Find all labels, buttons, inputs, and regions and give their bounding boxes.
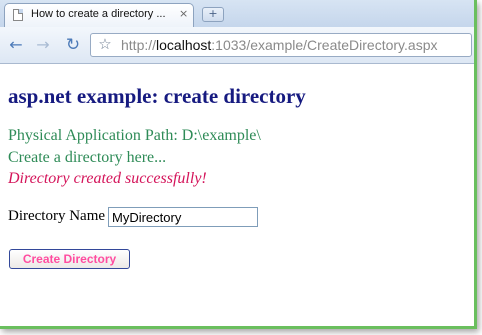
address-bar[interactable]: ☆ http://localhost:1033/example/CreateDi… bbox=[90, 33, 472, 57]
directory-name-input[interactable] bbox=[108, 207, 258, 227]
url-host: localhost bbox=[156, 37, 212, 53]
url-path: :1033/example/CreateDirectory.aspx bbox=[211, 37, 438, 53]
create-directory-button[interactable]: Create Directory bbox=[9, 249, 130, 269]
tab-strip: How to create a directory ... × + bbox=[0, 0, 474, 27]
browser-toolbar: ← → ↻ ☆ http://localhost:1033/example/Cr… bbox=[0, 27, 474, 64]
back-icon[interactable]: ← bbox=[6, 36, 26, 54]
physical-path-label: Physical Application Path: D:\example\ bbox=[8, 127, 261, 144]
close-tab-icon[interactable]: × bbox=[179, 7, 188, 21]
url-scheme: http:// bbox=[121, 37, 157, 53]
reload-icon[interactable]: ↻ bbox=[63, 36, 83, 54]
browser-tab[interactable]: How to create a directory ... × bbox=[4, 3, 194, 27]
tab-title: How to create a directory ... bbox=[31, 8, 166, 20]
page-icon bbox=[13, 9, 23, 21]
create-directory-prompt: Create a directory here... bbox=[8, 149, 167, 166]
directory-name-label: Directory Name bbox=[8, 208, 106, 224]
new-tab-button[interactable]: + bbox=[202, 7, 224, 22]
url-text[interactable]: http://localhost:1033/example/CreateDire… bbox=[121, 37, 437, 53]
status-message: Directory created successfully! bbox=[8, 170, 207, 187]
forward-icon[interactable]: → bbox=[33, 36, 53, 54]
bookmark-star-icon[interactable]: ☆ bbox=[95, 35, 115, 53]
browser-window: How to create a directory ... × + ← → ↻ … bbox=[0, 0, 477, 329]
page-title: asp.net example: create directory bbox=[8, 84, 306, 108]
